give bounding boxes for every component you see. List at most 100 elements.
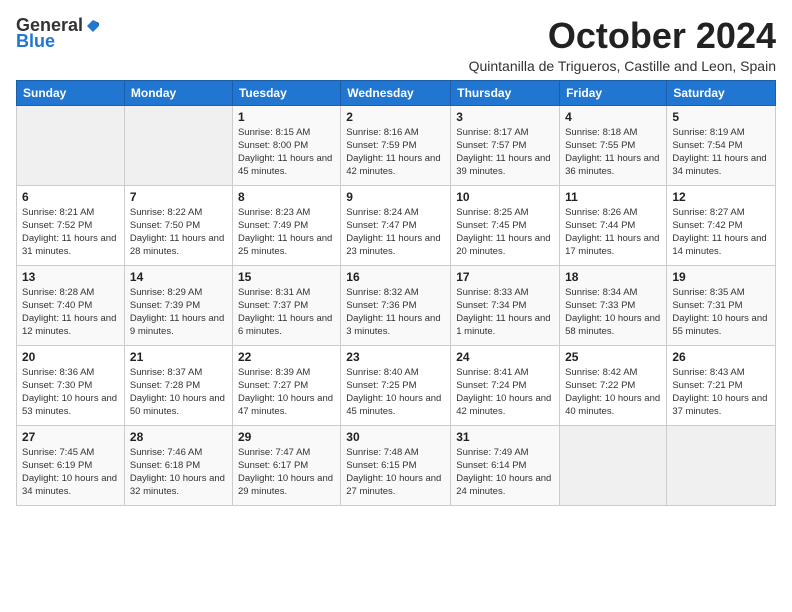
calendar-cell: 17 Sunrise: 8:33 AM Sunset: 7:34 PM Dayli… <box>451 265 560 345</box>
calendar-cell <box>17 105 125 185</box>
day-info: Sunrise: 8:33 AM Sunset: 7:34 PM Dayligh… <box>456 286 554 339</box>
calendar-cell: 27 Sunrise: 7:45 AM Sunset: 6:19 PM Dayli… <box>17 425 125 505</box>
calendar-cell: 30 Sunrise: 7:48 AM Sunset: 6:15 PM Dayli… <box>341 425 451 505</box>
calendar-cell: 12 Sunrise: 8:27 AM Sunset: 7:42 PM Dayli… <box>667 185 776 265</box>
day-number: 3 <box>456 110 554 124</box>
day-info: Sunrise: 8:18 AM Sunset: 7:55 PM Dayligh… <box>565 126 661 179</box>
day-info: Sunrise: 8:19 AM Sunset: 7:54 PM Dayligh… <box>672 126 770 179</box>
calendar-cell: 1 Sunrise: 8:15 AM Sunset: 8:00 PM Daylig… <box>232 105 340 185</box>
header-wednesday: Wednesday <box>341 80 451 105</box>
calendar-table: SundayMondayTuesdayWednesdayThursdayFrid… <box>16 80 776 506</box>
day-number: 24 <box>456 350 554 364</box>
day-info: Sunrise: 8:22 AM Sunset: 7:50 PM Dayligh… <box>130 206 227 259</box>
page-header: General Blue October 2024 Quintanilla de… <box>16 16 776 74</box>
week-row-0: 1 Sunrise: 8:15 AM Sunset: 8:00 PM Daylig… <box>17 105 776 185</box>
day-info: Sunrise: 8:23 AM Sunset: 7:49 PM Dayligh… <box>238 206 335 259</box>
day-number: 12 <box>672 190 770 204</box>
calendar-cell: 24Sunrise: 8:41 AM Sunset: 7:24 PM Dayli… <box>451 345 560 425</box>
day-info: Sunrise: 8:37 AM Sunset: 7:28 PM Dayligh… <box>130 366 227 419</box>
day-number: 10 <box>456 190 554 204</box>
day-info: Sunrise: 8:24 AM Sunset: 7:47 PM Dayligh… <box>346 206 445 259</box>
calendar-cell: 9Sunrise: 8:24 AM Sunset: 7:47 PM Daylig… <box>341 185 451 265</box>
day-number: 30 <box>346 430 445 444</box>
calendar-cell: 6Sunrise: 8:21 AM Sunset: 7:52 PM Daylig… <box>17 185 125 265</box>
header-saturday: Saturday <box>667 80 776 105</box>
header-sunday: Sunday <box>17 80 125 105</box>
day-info: Sunrise: 8:39 AM Sunset: 7:27 PM Dayligh… <box>238 366 335 419</box>
calendar-cell <box>560 425 667 505</box>
day-info: Sunrise: 8:29 AM Sunset: 7:39 PM Dayligh… <box>130 286 227 339</box>
calendar-cell: 29Sunrise: 7:47 AM Sunset: 6:17 PM Dayli… <box>232 425 340 505</box>
header-monday: Monday <box>124 80 232 105</box>
day-info: Sunrise: 8:15 AM Sunset: 8:00 PM Dayligh… <box>238 126 335 179</box>
day-info: Sunrise: 8:17 AM Sunset: 7:57 PM Dayligh… <box>456 126 554 179</box>
day-number: 14 <box>130 270 227 284</box>
calendar-cell: 28 Sunrise: 7:46 AM Sunset: 6:18 PM Dayli… <box>124 425 232 505</box>
day-info: Sunrise: 8:42 AM Sunset: 7:22 PM Dayligh… <box>565 366 661 419</box>
day-info: Sunrise: 8:28 AM Sunset: 7:40 PM Dayligh… <box>22 286 119 339</box>
calendar-cell: 19Sunrise: 8:35 AM Sunset: 7:31 PM Dayli… <box>667 265 776 345</box>
day-number: 28 <box>130 430 227 444</box>
day-number: 27 <box>22 430 119 444</box>
logo-blue: Blue <box>16 32 55 52</box>
day-info: Sunrise: 8:31 AM Sunset: 7:37 PM Dayligh… <box>238 286 335 339</box>
calendar-cell: 2 Sunrise: 8:16 AM Sunset: 7:59 PM Daylig… <box>341 105 451 185</box>
day-number: 16 <box>346 270 445 284</box>
location-title: Quintanilla de Trigueros, Castille and L… <box>469 58 776 74</box>
week-row-1: 6Sunrise: 8:21 AM Sunset: 7:52 PM Daylig… <box>17 185 776 265</box>
calendar-cell: 25 Sunrise: 8:42 AM Sunset: 7:22 PM Dayli… <box>560 345 667 425</box>
day-number: 20 <box>22 350 119 364</box>
day-number: 25 <box>565 350 661 364</box>
header-tuesday: Tuesday <box>232 80 340 105</box>
calendar-cell: 10 Sunrise: 8:25 AM Sunset: 7:45 PM Dayli… <box>451 185 560 265</box>
day-info: Sunrise: 8:43 AM Sunset: 7:21 PM Dayligh… <box>672 366 770 419</box>
day-info: Sunrise: 8:26 AM Sunset: 7:44 PM Dayligh… <box>565 206 661 259</box>
week-row-4: 27 Sunrise: 7:45 AM Sunset: 6:19 PM Dayli… <box>17 425 776 505</box>
day-info: Sunrise: 7:49 AM Sunset: 6:14 PM Dayligh… <box>456 446 554 499</box>
month-title: October 2024 <box>469 16 776 56</box>
day-number: 17 <box>456 270 554 284</box>
day-info: Sunrise: 8:40 AM Sunset: 7:25 PM Dayligh… <box>346 366 445 419</box>
day-info: Sunrise: 8:21 AM Sunset: 7:52 PM Dayligh… <box>22 206 119 259</box>
calendar-cell: 20 Sunrise: 8:36 AM Sunset: 7:30 PM Dayli… <box>17 345 125 425</box>
day-number: 31 <box>456 430 554 444</box>
calendar-cell: 11 Sunrise: 8:26 AM Sunset: 7:44 PM Dayli… <box>560 185 667 265</box>
day-info: Sunrise: 7:48 AM Sunset: 6:15 PM Dayligh… <box>346 446 445 499</box>
calendar-cell: 18Sunrise: 8:34 AM Sunset: 7:33 PM Dayli… <box>560 265 667 345</box>
calendar-header-row: SundayMondayTuesdayWednesdayThursdayFrid… <box>17 80 776 105</box>
day-info: Sunrise: 8:36 AM Sunset: 7:30 PM Dayligh… <box>22 366 119 419</box>
day-number: 21 <box>130 350 227 364</box>
day-number: 1 <box>238 110 335 124</box>
calendar-cell: 5 Sunrise: 8:19 AM Sunset: 7:54 PM Daylig… <box>667 105 776 185</box>
calendar-cell <box>667 425 776 505</box>
day-number: 18 <box>565 270 661 284</box>
calendar-cell: 26 Sunrise: 8:43 AM Sunset: 7:21 PM Dayli… <box>667 345 776 425</box>
logo: General Blue <box>16 16 103 52</box>
calendar-cell: 21 Sunrise: 8:37 AM Sunset: 7:28 PM Dayli… <box>124 345 232 425</box>
day-number: 2 <box>346 110 445 124</box>
day-info: Sunrise: 8:16 AM Sunset: 7:59 PM Dayligh… <box>346 126 445 179</box>
calendar-cell: 4Sunrise: 8:18 AM Sunset: 7:55 PM Daylig… <box>560 105 667 185</box>
calendar-cell: 31 Sunrise: 7:49 AM Sunset: 6:14 PM Dayli… <box>451 425 560 505</box>
day-info: Sunrise: 8:27 AM Sunset: 7:42 PM Dayligh… <box>672 206 770 259</box>
day-info: Sunrise: 8:32 AM Sunset: 7:36 PM Dayligh… <box>346 286 445 339</box>
day-info: Sunrise: 7:46 AM Sunset: 6:18 PM Dayligh… <box>130 446 227 499</box>
day-info: Sunrise: 7:47 AM Sunset: 6:17 PM Dayligh… <box>238 446 335 499</box>
day-number: 11 <box>565 190 661 204</box>
calendar-cell: 23 Sunrise: 8:40 AM Sunset: 7:25 PM Dayli… <box>341 345 451 425</box>
day-number: 7 <box>130 190 227 204</box>
logo-icon <box>85 18 101 34</box>
calendar-cell: 22 Sunrise: 8:39 AM Sunset: 7:27 PM Dayli… <box>232 345 340 425</box>
day-number: 23 <box>346 350 445 364</box>
calendar-cell <box>124 105 232 185</box>
day-info: Sunrise: 7:45 AM Sunset: 6:19 PM Dayligh… <box>22 446 119 499</box>
day-number: 5 <box>672 110 770 124</box>
day-number: 22 <box>238 350 335 364</box>
calendar-cell: 13 Sunrise: 8:28 AM Sunset: 7:40 PM Dayli… <box>17 265 125 345</box>
day-number: 15 <box>238 270 335 284</box>
day-info: Sunrise: 8:35 AM Sunset: 7:31 PM Dayligh… <box>672 286 770 339</box>
week-row-3: 20 Sunrise: 8:36 AM Sunset: 7:30 PM Dayli… <box>17 345 776 425</box>
day-info: Sunrise: 8:25 AM Sunset: 7:45 PM Dayligh… <box>456 206 554 259</box>
day-number: 13 <box>22 270 119 284</box>
day-number: 26 <box>672 350 770 364</box>
